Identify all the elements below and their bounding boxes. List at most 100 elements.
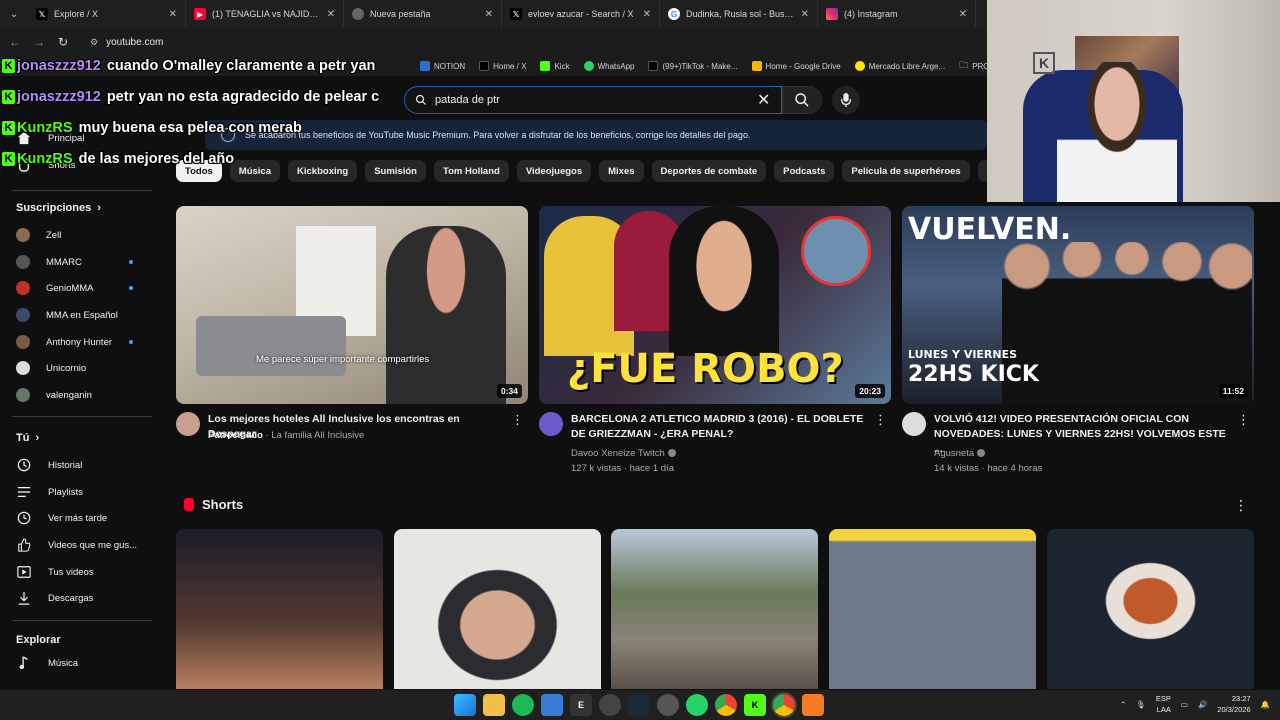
notifications-icon[interactable]: 🔔: [1261, 700, 1270, 709]
keyboard-language[interactable]: ESP LAA: [1156, 693, 1171, 715]
browser-tab[interactable]: ▶ (1) TENAGLIA vs NAJID 🥊 Bru ✕: [186, 0, 344, 28]
browser-tab[interactable]: (4) Instagram ✕: [818, 0, 976, 28]
network-icon[interactable]: ▭: [1181, 700, 1188, 709]
channel-avatar[interactable]: [176, 412, 200, 436]
sidebar-sub-mma-espanol[interactable]: MMA en Español: [16, 305, 118, 325]
sidebar-item-history[interactable]: Historial: [16, 455, 82, 475]
video-thumbnail[interactable]: VUELVEN. LUNES Y VIERNES 22HS KICK 11:52: [902, 206, 1254, 404]
sidebar-item-playlists[interactable]: Playlists: [16, 482, 83, 502]
chip-sumision[interactable]: Sumisión: [365, 160, 426, 182]
shorts-more-options-icon[interactable]: ⋮: [1234, 497, 1248, 514]
bookmark-home-x[interactable]: Home / X: [479, 61, 526, 71]
sidebar-item-downloads[interactable]: Descargas: [16, 588, 93, 608]
video-card[interactable]: VUELVEN. LUNES Y VIERNES 22HS KICK 11:52…: [902, 206, 1254, 474]
sidebar-item-your-videos[interactable]: Tus videos: [16, 562, 94, 582]
browser-tab[interactable]: Nueva pestaña ✕: [344, 0, 502, 28]
search-button[interactable]: [782, 86, 822, 114]
sidebar-item-music[interactable]: Música: [16, 653, 78, 673]
chatgpt-icon[interactable]: [657, 694, 679, 716]
file-explorer-icon[interactable]: [483, 694, 505, 716]
more-options-icon[interactable]: ⋮: [874, 412, 887, 428]
you-header[interactable]: Tú ›: [16, 432, 39, 444]
chevron-up-icon[interactable]: ⌃: [1120, 700, 1126, 709]
more-options-icon[interactable]: ⋮: [1237, 412, 1250, 428]
browser-tab[interactable]: 𝕏 Explore / X ✕: [28, 0, 186, 28]
channel-avatar[interactable]: [539, 412, 563, 436]
close-tab-icon[interactable]: ✕: [485, 9, 493, 20]
bookmark-google-drive[interactable]: Home - Google Drive: [751, 61, 841, 71]
whatsapp-icon[interactable]: [686, 694, 708, 716]
bookmark-whatsapp[interactable]: WhatsApp: [583, 61, 634, 71]
sidebar-sub-mmarc[interactable]: MMARC: [16, 252, 82, 272]
channel-avatar[interactable]: [902, 412, 926, 436]
chip-deportes-de-combate[interactable]: Deportes de combate: [651, 160, 767, 182]
chip-musica[interactable]: Música: [229, 160, 281, 182]
sidebar-sub-valenganin[interactable]: valenganin: [16, 385, 92, 405]
microphone-icon[interactable]: 🎙: [1136, 700, 1146, 709]
browser-tab[interactable]: G Dudinka, Rusia sol - Buscar con ✕: [660, 0, 818, 28]
subscriptions-header[interactable]: Suscripciones ›: [16, 202, 101, 214]
channel-name[interactable]: Agusneta: [934, 448, 974, 459]
bookmark-mercado-libre[interactable]: Mercado Libre Arge...: [854, 61, 945, 71]
sidebar-sub-zell[interactable]: Zell: [16, 225, 61, 245]
chrome-icon[interactable]: [715, 694, 737, 716]
obs-icon[interactable]: [599, 694, 621, 716]
bookmark-tiktok[interactable]: (99+)TikTok - Make...: [648, 61, 738, 71]
close-tab-icon[interactable]: ✕: [801, 9, 809, 20]
taskbar-clock[interactable]: 23:27 20/3/2026: [1217, 693, 1250, 715]
short-thumbnail[interactable]: [829, 529, 1036, 689]
close-tab-icon[interactable]: ✕: [169, 9, 177, 20]
search-box[interactable]: ✕: [404, 86, 782, 114]
short-thumbnail[interactable]: [611, 529, 818, 689]
search-input[interactable]: [435, 94, 749, 106]
volume-icon[interactable]: 🔊: [1198, 700, 1207, 709]
clear-search-icon[interactable]: ✕: [757, 90, 781, 110]
reload-icon[interactable]: ↻: [56, 35, 70, 49]
close-tab-icon[interactable]: ✕: [327, 9, 335, 20]
short-thumbnail[interactable]: [394, 529, 601, 689]
advertiser-name[interactable]: · La familia All Inclusive: [266, 430, 365, 441]
bookmark-kick[interactable]: Kick: [540, 61, 570, 71]
sublime-text-icon[interactable]: [802, 694, 824, 716]
short-thumbnail[interactable]: [1047, 529, 1254, 689]
whatsapp-icon: [583, 61, 594, 71]
sidebar-sub-unicornio[interactable]: Unicornio: [16, 358, 86, 378]
chip-tom-holland[interactable]: Tom Holland: [433, 160, 509, 182]
steam-icon[interactable]: [628, 694, 650, 716]
chip-mixes[interactable]: Mixes: [599, 160, 644, 182]
sidebar-sub-anthony-hunter[interactable]: Anthony Hunter: [16, 332, 112, 352]
close-tab-icon[interactable]: ✕: [959, 9, 967, 20]
browser-tab[interactable]: 𝕏evloev azucar - Search / X ✕: [502, 0, 660, 28]
video-card[interactable]: Me parece súper importante compartirles …: [176, 206, 528, 441]
back-arrow-icon[interactable]: ←: [8, 35, 22, 49]
forward-arrow-icon[interactable]: →: [32, 35, 46, 49]
epic-games-icon[interactable]: E: [570, 694, 592, 716]
kick-badge-icon: K: [2, 59, 15, 73]
windows-start-icon[interactable]: [454, 694, 476, 716]
sidebar-item-watch-later[interactable]: Ver más tarde: [16, 508, 107, 528]
more-options-icon[interactable]: ⋮: [511, 412, 524, 428]
kick-icon[interactable]: K: [744, 694, 766, 716]
video-title[interactable]: BARCELONA 2 ATLETICO MADRID 3 (2016) - E…: [571, 412, 871, 442]
spotify-icon[interactable]: [512, 694, 534, 716]
bookmark-notion[interactable]: NOTION: [420, 61, 465, 71]
short-thumbnail[interactable]: [176, 529, 383, 689]
chip-videojuegos[interactable]: Videojuegos: [516, 160, 592, 182]
chip-podcasts[interactable]: Podcasts: [774, 160, 835, 182]
video-card[interactable]: ¿FUE ROBO? 20:23 BARCELONA 2 ATLETICO MA…: [539, 206, 891, 474]
sidebar-sub-geniomma[interactable]: GenioMMA: [16, 278, 94, 298]
chip-kickboxing[interactable]: Kickboxing: [288, 160, 358, 182]
video-thumbnail[interactable]: Me parece súper importante compartirles …: [176, 206, 528, 404]
url-field[interactable]: ⚙ youtube.com: [90, 37, 163, 48]
tab-search-chevron-icon[interactable]: ⌄: [0, 0, 28, 28]
microsoft-store-icon[interactable]: [541, 694, 563, 716]
voice-search-button[interactable]: [832, 86, 860, 114]
channel-name[interactable]: Davoo Xeneize Twitch: [571, 448, 665, 459]
video-thumbnail[interactable]: ¿FUE ROBO? 20:23: [539, 206, 891, 404]
sidebar-item-liked-videos[interactable]: Videos que me gus...: [16, 535, 137, 555]
site-info-icon[interactable]: ⚙: [90, 37, 98, 48]
chrome-icon[interactable]: [773, 694, 795, 716]
chat-message: K KunzRS muy buena esa pelea con merab: [2, 120, 302, 136]
close-tab-icon[interactable]: ✕: [643, 9, 651, 20]
chip-pelicula-superheroes[interactable]: Película de superhéroes: [842, 160, 970, 182]
